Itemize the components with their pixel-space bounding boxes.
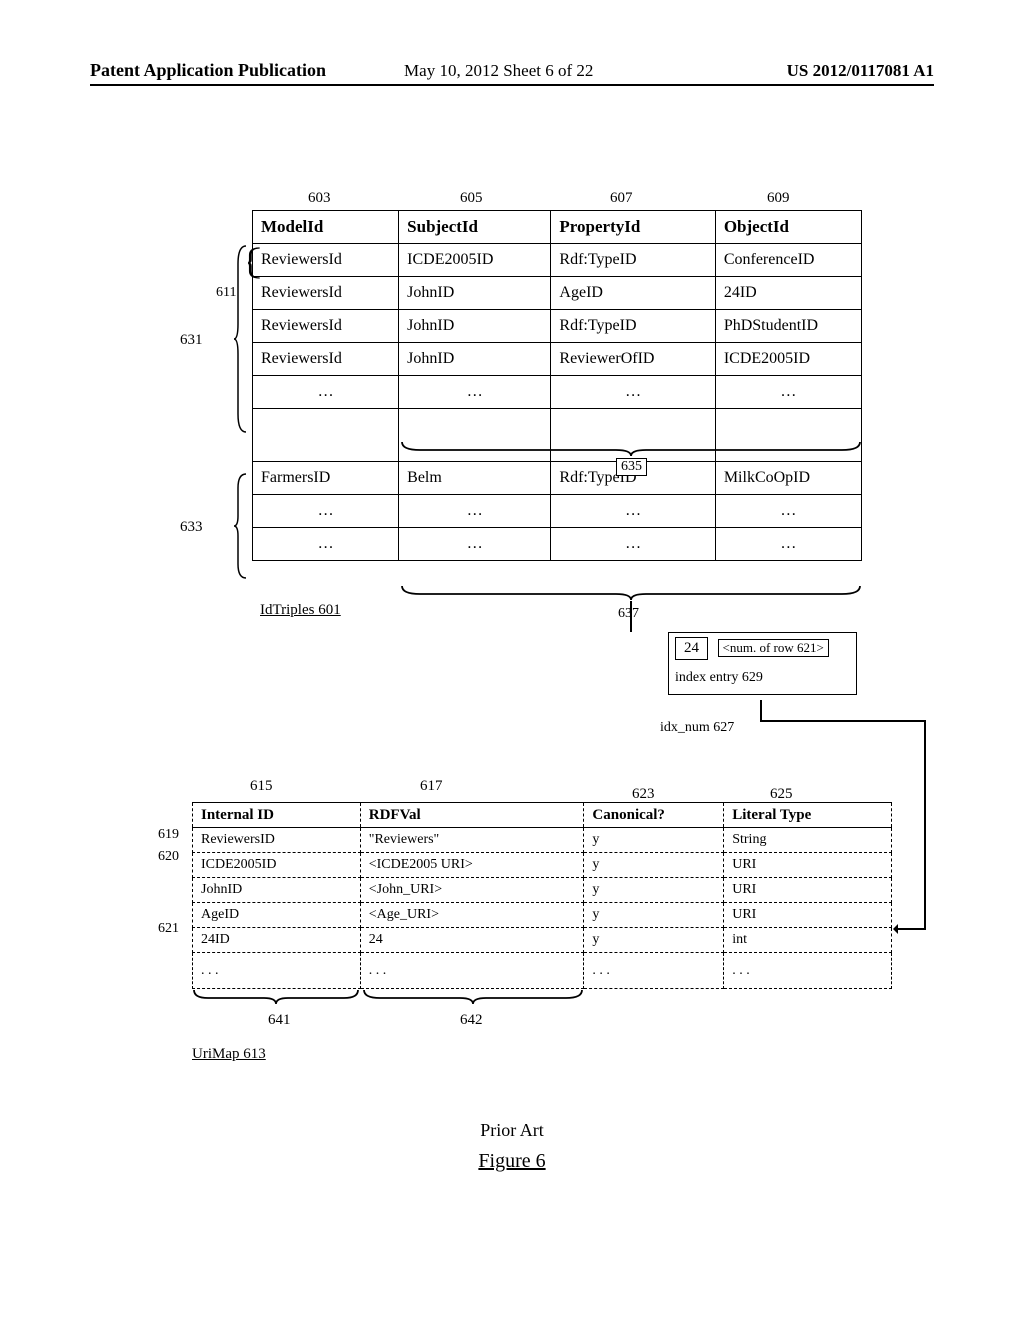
col-rdfval: RDFVal <box>360 803 584 828</box>
brace-642 <box>362 988 584 1004</box>
row-ref-621: 621 <box>158 921 179 937</box>
table-row: ReviewersIdICDE2005IDRdf:TypeIDConferenc… <box>253 244 862 277</box>
idx-num-label: idx_num 627 <box>660 720 734 736</box>
table-row: ICDE2005ID<ICDE2005 URI>yURI <box>193 853 892 878</box>
table-row: ………… <box>253 376 862 409</box>
table-row: ………… <box>253 528 862 561</box>
table-row: JohnID<John_URI>yURI <box>193 878 892 903</box>
date-sheet: May 10, 2012 Sheet 6 of 22 <box>404 61 593 81</box>
header-rule <box>90 84 934 86</box>
table-header-row: Internal ID RDFVal Canonical? Literal Ty… <box>193 803 892 828</box>
table-row: ReviewersIdJohnIDRdf:TypeIDPhDStudentID <box>253 310 862 343</box>
col-modelid: ModelId <box>253 211 399 244</box>
ref-611: 611 <box>216 285 236 301</box>
brace-635 <box>400 440 862 456</box>
index-entry-label: index entry 629 <box>675 670 850 686</box>
index-value: 24 <box>675 637 708 660</box>
brace-631 <box>234 244 248 434</box>
col-propertyid: PropertyId <box>551 211 715 244</box>
col-ref-603: 603 <box>308 190 331 207</box>
connector-line <box>630 601 632 632</box>
col-subjectid: SubjectId <box>399 211 551 244</box>
page-header: Patent Application Publication May 10, 2… <box>0 60 1024 81</box>
urimap-table: Internal ID RDFVal Canonical? Literal Ty… <box>192 802 892 989</box>
col-ref-623: 623 <box>632 786 655 803</box>
brace-611 <box>248 246 254 280</box>
ref-637: 637 <box>618 606 639 622</box>
ref-641: 641 <box>268 1012 291 1029</box>
col-ref-625: 625 <box>770 786 793 803</box>
table-row: ReviewersID"Reviewers"yString <box>193 828 892 853</box>
col-internalid: Internal ID <box>193 803 361 828</box>
idtriples-caption: IdTriples 601 <box>260 602 341 619</box>
table-row: . . .. . .. . .. . . <box>193 953 892 989</box>
table-row: ReviewersIdJohnIDReviewerOfIDICDE2005ID <box>253 343 862 376</box>
col-objectid: ObjectId <box>715 211 861 244</box>
ref-631: 631 <box>180 332 203 349</box>
brace-633 <box>234 472 248 580</box>
table-row: ………… <box>253 495 862 528</box>
table-row: 24ID24yint <box>193 928 892 953</box>
col-ref-617: 617 <box>420 778 443 795</box>
publication-number: US 2012/0117081 A1 <box>787 61 934 81</box>
ref-633: 633 <box>180 519 203 536</box>
publication-label: Patent Application Publication <box>90 60 326 81</box>
connector-line <box>760 700 762 720</box>
row-ref-620: 620 <box>158 849 179 865</box>
col-ref-605: 605 <box>460 190 483 207</box>
row-ref-619: 619 <box>158 827 179 843</box>
index-row-pointer: <num. of row 621> <box>718 639 829 657</box>
col-literaltype: Literal Type <box>724 803 892 828</box>
ref-642: 642 <box>460 1012 483 1029</box>
idtriples-table: ModelId SubjectId PropertyId ObjectId Re… <box>252 210 862 561</box>
ref-635: 635 <box>616 458 647 476</box>
table-row: FarmersIDBelmRdf:TypeIDMilkCoOpID <box>253 462 862 495</box>
connector-line <box>924 720 926 930</box>
index-entry-box: 24 <num. of row 621> index entry 629 <box>668 632 857 695</box>
brace-637 <box>400 584 862 600</box>
arrow-into-row <box>896 928 926 930</box>
col-canonical: Canonical? <box>584 803 724 828</box>
figure-caption: Figure 6 <box>0 1150 1024 1173</box>
col-ref-607: 607 <box>610 190 633 207</box>
prior-art-label: Prior Art <box>0 1120 1024 1141</box>
table-gap <box>253 409 862 436</box>
table-row: AgeID<Age_URI>yURI <box>193 903 892 928</box>
brace-641 <box>192 988 360 1004</box>
urimap-caption: UriMap 613 <box>192 1046 266 1063</box>
connector-line <box>760 720 926 722</box>
table-header-row: ModelId SubjectId PropertyId ObjectId <box>253 211 862 244</box>
col-ref-615: 615 <box>250 778 273 795</box>
table-row: ReviewersIdJohnIDAgeID24ID <box>253 277 862 310</box>
col-ref-609: 609 <box>767 190 790 207</box>
